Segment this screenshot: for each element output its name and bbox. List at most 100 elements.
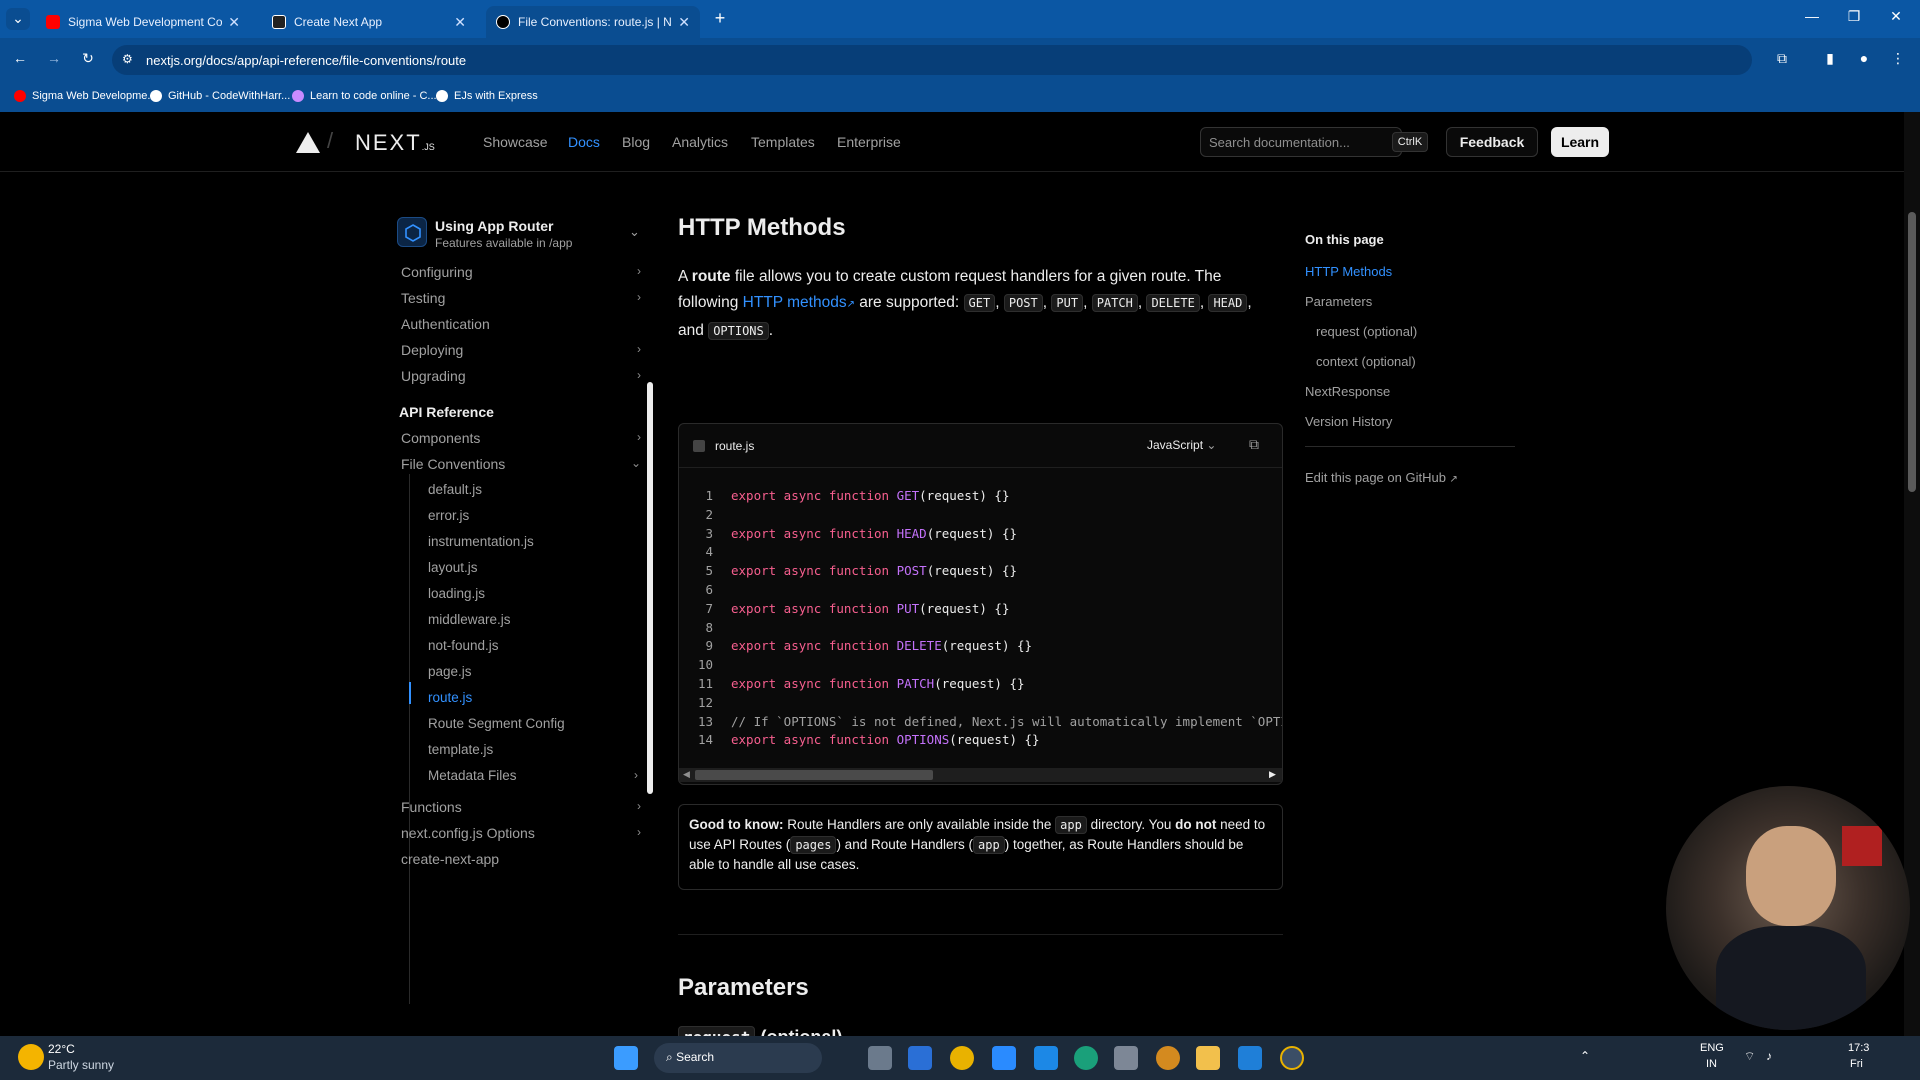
sidebar-link-route[interactable]: route.js [428, 690, 472, 705]
sidebar-item-authentication[interactable]: Authentication [401, 316, 641, 332]
line-number: 13 [697, 713, 713, 729]
tab-sigma[interactable]: Sigma Web Development Course - W ✕ [36, 6, 250, 38]
file-explorer-icon[interactable] [1196, 1046, 1220, 1070]
language-select[interactable]: JavaScript ⌄ [1147, 438, 1216, 452]
toc-link-http-methods[interactable]: HTTP Methods [1305, 264, 1392, 279]
sidebar-item-testing[interactable]: Testing › [401, 290, 641, 306]
bookmark-sigma[interactable]: Sigma Web Developme... [14, 90, 157, 102]
http-methods-link[interactable]: HTTP methods [743, 294, 847, 311]
sidebar-link-middleware[interactable]: middleware.js [428, 612, 511, 627]
profile-icon[interactable]: ● [1852, 50, 1876, 66]
sidebar-item-file-conventions[interactable]: File Conventions ⌄ [401, 456, 641, 472]
nav-showcase[interactable]: Showcase [483, 134, 548, 150]
vscode-icon[interactable] [1238, 1046, 1262, 1070]
menu-icon[interactable]: ⋮ [1886, 50, 1910, 67]
toc-link-nextresponse[interactable]: NextResponse [1305, 384, 1390, 399]
code-params: (request) {} [926, 563, 1017, 579]
sidebar-link-page[interactable]: page.js [428, 664, 472, 679]
nav-templates[interactable]: Templates [751, 134, 815, 150]
nav-enterprise[interactable]: Enterprise [837, 134, 901, 150]
sidebar-link-layout[interactable]: layout.js [428, 560, 478, 575]
vercel-triangle-icon[interactable] [296, 132, 320, 153]
tab-create-next-app[interactable]: Create Next App ✕ [262, 6, 476, 38]
sidebar-item-label: Functions [401, 799, 462, 815]
volume-icon[interactable]: ♪ [1766, 1049, 1772, 1063]
nextjs-logo[interactable]: NEXT.JS [355, 130, 435, 156]
restore-icon[interactable]: ❐ [1842, 8, 1866, 25]
page-scroll-thumb[interactable] [1908, 212, 1916, 492]
scroll-thumb[interactable] [695, 770, 933, 780]
toc-link-context[interactable]: context (optional) [1316, 354, 1416, 369]
clock-time[interactable]: 17:3 [1848, 1042, 1869, 1054]
router-switcher[interactable]: Using App Router Features available in /… [397, 214, 647, 254]
sidebar-item-next-config[interactable]: next.config.js Options › [401, 825, 641, 841]
start-icon[interactable] [614, 1046, 638, 1070]
code-keywords: export async function [731, 600, 897, 616]
sidebar-link-metadata-files[interactable]: Metadata Files › [428, 768, 638, 783]
close-icon[interactable]: ✕ [228, 14, 240, 31]
copy-icon[interactable]: ⧉ [1249, 436, 1259, 453]
close-icon[interactable]: ✕ [454, 14, 466, 31]
chrome-canary-icon[interactable] [1156, 1046, 1180, 1070]
address-bar[interactable]: ⚙ nextjs.org/docs/app/api-reference/file… [112, 45, 1752, 75]
bookmark-ejs[interactable]: EJs with Express [436, 90, 538, 102]
code-block: route.js JavaScript ⌄ ⧉ 1 export async fu… [678, 423, 1283, 785]
tray-overflow-icon[interactable]: ⌃ [1580, 1049, 1590, 1063]
sidebar-item-components[interactable]: Components › [401, 430, 641, 446]
chrome-active-icon[interactable] [1280, 1046, 1304, 1070]
sidebar-item-deploying[interactable]: Deploying › [401, 342, 641, 358]
extensions-icon[interactable]: ⧉ [1770, 50, 1794, 67]
chrome-icon[interactable] [950, 1046, 974, 1070]
search-input[interactable]: Search documentation... [1200, 127, 1402, 157]
sidebar-link-default[interactable]: default.js [428, 482, 482, 497]
taskbar-search[interactable]: ⌕ Search [654, 1043, 822, 1073]
todo-icon[interactable] [992, 1046, 1016, 1070]
sidebar-link-not-found[interactable]: not-found.js [428, 638, 499, 653]
sidebar-link-template[interactable]: template.js [428, 742, 493, 757]
forward-icon[interactable]: → [42, 50, 66, 66]
code-scrollbar[interactable]: ◀ ▶ [679, 768, 1282, 782]
nav-analytics[interactable]: Analytics [672, 134, 728, 150]
calendar-app-icon[interactable] [908, 1046, 932, 1070]
site-info-icon[interactable]: ⚙ [122, 52, 133, 66]
scroll-left-icon[interactable]: ◀ [683, 769, 690, 780]
sidebar-item-functions[interactable]: Functions › [401, 799, 641, 815]
bookmark-learn[interactable]: Learn to code online - C... [292, 90, 437, 102]
language-indicator[interactable]: ENG [1700, 1042, 1724, 1054]
skype-icon[interactable] [1034, 1046, 1058, 1070]
tab-file-conventions[interactable]: File Conventions: route.js | Next.js ✕ [486, 6, 700, 38]
minimize-icon[interactable]: — [1800, 8, 1824, 24]
nav-docs[interactable]: Docs [568, 134, 600, 150]
back-icon[interactable]: ← [8, 50, 32, 66]
feedback-button[interactable]: Feedback [1446, 127, 1538, 157]
sidepanel-icon[interactable]: ▮ [1818, 50, 1842, 67]
wifi-icon[interactable]: ⌔ [1744, 1049, 1755, 1064]
settings-icon[interactable] [1114, 1046, 1138, 1070]
weather-icon[interactable] [18, 1044, 44, 1070]
search-icon: ⌕ [666, 1050, 677, 1064]
toc-link-request[interactable]: request (optional) [1316, 324, 1417, 339]
sidebar-link-route-segment-config[interactable]: Route Segment Config [428, 716, 565, 731]
task-view-icon[interactable] [868, 1046, 892, 1070]
sidebar-item-configuring[interactable]: Configuring › [401, 264, 641, 280]
learn-button[interactable]: Learn [1551, 127, 1609, 157]
tab-search-icon[interactable]: ⌄ [6, 8, 30, 30]
sidebar-link-error[interactable]: error.js [428, 508, 469, 523]
new-tab-icon[interactable]: + [708, 8, 732, 29]
sidebar-link-loading[interactable]: loading.js [428, 586, 485, 601]
divider [678, 934, 1283, 935]
nav-blog[interactable]: Blog [622, 134, 650, 150]
toc-link-version-history[interactable]: Version History [1305, 414, 1392, 429]
edit-on-github-link[interactable]: Edit this page on GitHub ↗ [1305, 470, 1458, 485]
close-icon[interactable]: ✕ [678, 14, 690, 31]
reload-icon[interactable]: ↻ [76, 50, 100, 67]
toc-link-parameters[interactable]: Parameters [1305, 294, 1372, 309]
sidebar-link-instrumentation[interactable]: instrumentation.js [428, 534, 534, 549]
window-close-icon[interactable]: ✕ [1884, 8, 1908, 25]
edge-icon[interactable] [1074, 1046, 1098, 1070]
sidebar-scrollbar[interactable] [647, 382, 653, 794]
sidebar-item-create-next-app[interactable]: create-next-app [401, 851, 641, 867]
sidebar-item-upgrading[interactable]: Upgrading › [401, 368, 641, 384]
bookmark-github[interactable]: GitHub - CodeWithHarr... [150, 90, 290, 102]
scroll-right-icon[interactable]: ▶ [1269, 769, 1276, 780]
